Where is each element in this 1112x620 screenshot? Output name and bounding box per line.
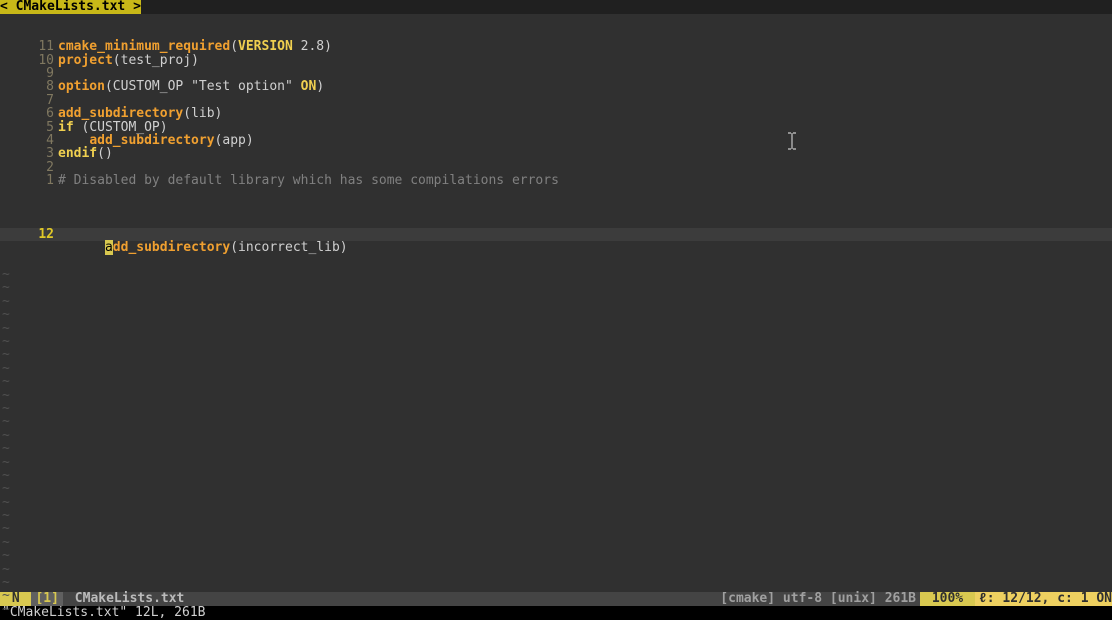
empty-line-tilde: ~ (0, 469, 1112, 482)
code-line-content[interactable]: option(CUSTOM_OP "Test option" ON) (58, 80, 1112, 93)
code-line[interactable]: 8option(CUSTOM_OP "Test option" ON) (0, 80, 1112, 93)
code-line-content[interactable]: # Disabled by default library which has … (58, 174, 1112, 187)
code-line-current[interactable]: 12 add_subdirectory(incorrect_lib) (0, 228, 1112, 241)
code-line[interactable]: 6add_subdirectory(lib) (0, 107, 1112, 120)
empty-line-tilde: ~ (0, 442, 1112, 455)
code-line[interactable]: 5if (CUSTOM_OP) (0, 121, 1112, 134)
code-line[interactable]: 9 (0, 67, 1112, 80)
line-number: 9 (0, 67, 58, 80)
line-number: 8 (0, 80, 58, 93)
code-line-content[interactable]: add_subdirectory(incorrect_lib) (58, 228, 1112, 241)
empty-line-tilde: ~ (0, 576, 1112, 589)
line-number: 3 (0, 147, 58, 160)
code-line[interactable]: 11cmake_minimum_required(VERSION 2.8) (0, 40, 1112, 53)
line-number: 6 (0, 107, 58, 120)
code-line-content[interactable] (58, 67, 1112, 80)
empty-line-tilde: ~ (0, 415, 1112, 428)
tab-active[interactable]: CMakeLists.txt (8, 0, 133, 14)
code-line[interactable]: 4 add_subdirectory(app) (0, 134, 1112, 147)
code-line-content[interactable]: endif() (58, 147, 1112, 160)
empty-line-tilde: ~ (0, 389, 1112, 402)
block-cursor: a (105, 240, 113, 255)
empty-line-tilde: ~ (0, 362, 1112, 375)
line-number: 2 (0, 161, 58, 174)
line-number: 1 (0, 174, 58, 187)
tab-bar: < CMakeLists.txt > (0, 0, 1112, 14)
code-line-content[interactable]: project(test_proj) (58, 54, 1112, 67)
empty-line-tilde: ~ (0, 308, 1112, 321)
code-line-content[interactable]: add_subdirectory(lib) (58, 107, 1112, 120)
empty-line-tilde: ~ (0, 522, 1112, 535)
editor-viewport[interactable]: 11cmake_minimum_required(VERSION 2.8)10p… (0, 14, 1112, 592)
empty-line-tilde: ~ (0, 509, 1112, 522)
empty-line-tilde: ~ (0, 322, 1112, 335)
empty-line-tilde: ~ (0, 268, 1112, 281)
code-line-content[interactable]: add_subdirectory(app) (58, 134, 1112, 147)
empty-line-tilde: ~ (0, 616, 1112, 620)
code-line-content[interactable] (58, 94, 1112, 107)
empty-line-tilde: ~ (0, 549, 1112, 562)
code-line[interactable]: 2 (0, 161, 1112, 174)
empty-line-tilde: ~ (0, 375, 1112, 388)
code-line[interactable]: 1# Disabled by default library which has… (0, 174, 1112, 187)
line-number: 4 (0, 134, 58, 147)
empty-line-tilde: ~ (0, 402, 1112, 415)
empty-line-tilde: ~ (0, 429, 1112, 442)
empty-line-tilde: ~ (0, 603, 1112, 616)
line-number: 10 (0, 54, 58, 67)
empty-line-tilde: ~ (0, 563, 1112, 576)
empty-line-tilde: ~ (0, 456, 1112, 469)
code-line-content[interactable]: if (CUSTOM_OP) (58, 121, 1112, 134)
empty-line-tilde: ~ (0, 295, 1112, 308)
code-line-content[interactable]: cmake_minimum_required(VERSION 2.8) (58, 40, 1112, 53)
line-number: 7 (0, 94, 58, 107)
line-number: 5 (0, 121, 58, 134)
line-number: 11 (0, 40, 58, 53)
line-number: 12 (0, 228, 58, 241)
code-line-content[interactable] (58, 161, 1112, 174)
empty-line-tilde: ~ (0, 536, 1112, 549)
tab-arrow-right-icon[interactable]: > (133, 0, 141, 14)
empty-line-tilde: ~ (0, 482, 1112, 495)
empty-line-tilde: ~ (0, 589, 1112, 602)
empty-line-tilde: ~ (0, 496, 1112, 509)
empty-line-tilde: ~ (0, 281, 1112, 294)
code-line[interactable]: 7 (0, 94, 1112, 107)
code-line[interactable]: 10project(test_proj) (0, 54, 1112, 67)
empty-line-tilde: ~ (0, 348, 1112, 361)
empty-line-tilde: ~ (0, 335, 1112, 348)
tab-arrow-left-icon[interactable]: < (0, 0, 8, 14)
code-line[interactable]: 3endif() (0, 147, 1112, 160)
